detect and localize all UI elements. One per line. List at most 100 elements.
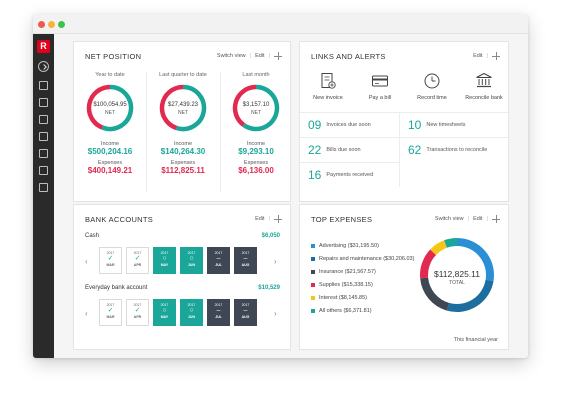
circle-icon: ○ xyxy=(162,307,167,314)
circle-icon: ○ xyxy=(162,255,167,262)
move-icon[interactable] xyxy=(274,52,282,60)
alert-payments-received[interactable]: 16 Payments received xyxy=(300,162,400,187)
move-icon[interactable] xyxy=(492,52,500,60)
net-ring-chart xyxy=(159,84,207,132)
reports-icon[interactable] xyxy=(39,81,48,90)
alert-label: Bills due soon xyxy=(326,147,361,153)
move-icon[interactable] xyxy=(274,215,282,223)
legend-swatch xyxy=(311,244,315,248)
sidebar: R xyxy=(33,34,54,358)
edit-link[interactable]: Edit xyxy=(255,216,264,222)
net-value: $100,054.95 xyxy=(93,102,127,108)
expand-sidebar-icon[interactable] xyxy=(38,61,49,72)
month-name: MAR xyxy=(106,263,115,267)
legend-swatch xyxy=(311,270,315,274)
month-tile[interactable]: 2017 ✓ APR xyxy=(126,299,149,326)
expenses-value: $400,149.21 xyxy=(87,166,133,175)
month-tile[interactable]: 2017 ○ MAY xyxy=(153,247,176,274)
month-tile[interactable]: 2017– JUL xyxy=(207,299,230,326)
month-tile[interactable]: 2017– JUL xyxy=(207,247,230,274)
new-invoice-action[interactable]: New invoice xyxy=(302,72,354,101)
record-time-action[interactable]: Record time xyxy=(406,72,458,101)
column-divider xyxy=(146,72,147,192)
close-window-button[interactable] xyxy=(38,21,45,28)
legend-item[interactable]: Interest ($8,145.85) xyxy=(311,295,367,301)
net-ring: $27,439.23 NET xyxy=(158,83,208,133)
next-months-icon[interactable]: › xyxy=(274,309,277,318)
legend-label: Insurance ($21,567.57) xyxy=(319,269,376,275)
circle-icon: ○ xyxy=(189,255,194,262)
calculator-icon[interactable] xyxy=(39,183,48,192)
minimize-window-button[interactable] xyxy=(48,21,55,28)
month-tile[interactable]: 2017– AUG xyxy=(234,299,257,326)
next-months-icon[interactable]: › xyxy=(274,257,277,266)
month-tile[interactable]: 2017 ○ JUN xyxy=(180,299,203,326)
previous-months-icon[interactable]: ‹ xyxy=(85,257,88,266)
alert-label: New timesheets xyxy=(426,122,466,128)
switch-view-link[interactable]: Switch view xyxy=(217,53,246,59)
calendar-icon[interactable] xyxy=(39,98,48,107)
net-column-last-quarter[interactable]: Last quarter to date $27,439.23 NET Inco… xyxy=(149,72,217,175)
dash-icon: – xyxy=(243,307,248,314)
previous-months-icon[interactable]: ‹ xyxy=(85,309,88,318)
check-icon: ✓ xyxy=(107,307,114,314)
legend-swatch xyxy=(311,283,315,287)
receipt-icon[interactable] xyxy=(39,115,48,124)
alert-invoices-due[interactable]: 09 Invoices due soon xyxy=(300,112,400,137)
month-name: JUL xyxy=(215,315,222,319)
month-name: MAY xyxy=(160,263,169,267)
alert-count: 10 xyxy=(408,118,422,132)
maximize-window-button[interactable] xyxy=(58,21,65,28)
alert-label: Transactions to reconcile xyxy=(426,147,488,153)
expense-slice xyxy=(444,238,458,248)
month-tile[interactable]: 2017 ✓ MAR xyxy=(99,299,122,326)
legend-item[interactable]: All others ($6,371.81) xyxy=(311,308,372,314)
move-icon[interactable] xyxy=(492,215,500,223)
income-arc xyxy=(242,84,280,132)
invoice-icon xyxy=(319,72,337,90)
app-logo[interactable]: R xyxy=(37,40,50,53)
net-column-last-month[interactable]: Last month $3,157.10 NET Income $9,293.1… xyxy=(222,72,290,175)
action-label: Pay a bill xyxy=(368,95,392,101)
account-name: Cash xyxy=(85,233,100,239)
alert-label: Payments received xyxy=(326,172,374,178)
legend-label: Repairs and maintenance ($30,206.03) xyxy=(319,256,415,262)
panel-tools: Edit | xyxy=(473,52,500,60)
net-column-ytd[interactable]: Year to date $100,054.95 NET Income $500… xyxy=(76,72,144,175)
edit-link[interactable]: Edit xyxy=(473,53,482,59)
switch-view-link[interactable]: Switch view xyxy=(435,216,464,222)
legend-item[interactable]: Advertising ($31,195.50) xyxy=(311,243,379,249)
panel-title: NET POSITION xyxy=(85,52,142,61)
contacts-icon[interactable] xyxy=(39,166,48,175)
clipboard-icon[interactable] xyxy=(39,149,48,158)
action-label: New invoice xyxy=(313,95,343,101)
total-value: $112,825.11 xyxy=(433,269,480,279)
period-footer: This financial year xyxy=(453,337,498,343)
panel-tools: Switch view | Edit | xyxy=(435,215,500,223)
panel-title: LINKS AND ALERTS xyxy=(311,52,386,61)
income-value: $9,293.10 xyxy=(238,147,274,156)
alert-new-timesheets[interactable]: 10 New timesheets xyxy=(400,112,510,137)
net-label: NET xyxy=(178,110,188,116)
pay-bill-action[interactable]: Pay a bill xyxy=(354,72,406,101)
month-name: APR xyxy=(133,263,142,267)
column-divider xyxy=(220,72,221,192)
month-tile[interactable]: 2017 ○ MAY xyxy=(153,299,176,326)
month-tile[interactable]: 2017 ✓ APR xyxy=(126,247,149,274)
net-value: $27,439.23 xyxy=(167,102,199,108)
month-tile[interactable]: 2017 ✓ MAR xyxy=(99,247,122,274)
legend-swatch xyxy=(311,257,315,261)
reconcile-bank-action[interactable]: Reconcile bank xyxy=(458,72,510,101)
edit-link[interactable]: Edit xyxy=(473,216,482,222)
alert-transactions-to-reconcile[interactable]: 62 Transactions to reconcile xyxy=(400,137,510,162)
edit-link[interactable]: Edit xyxy=(255,53,264,59)
month-tile[interactable]: 2017 ○ JUN xyxy=(180,247,203,274)
month-name: AUG xyxy=(241,263,250,267)
legend-item[interactable]: Insurance ($21,567.57) xyxy=(311,269,376,275)
legend-item[interactable]: Supplies ($15,338.15) xyxy=(311,282,373,288)
legend-item[interactable]: Repairs and maintenance ($30,206.03) xyxy=(311,256,414,262)
alert-bills-due[interactable]: 22 Bills due soon xyxy=(300,137,400,162)
legend-swatch xyxy=(311,309,315,313)
bank-icon[interactable] xyxy=(39,132,48,141)
month-tile[interactable]: 2017– AUG xyxy=(234,247,257,274)
